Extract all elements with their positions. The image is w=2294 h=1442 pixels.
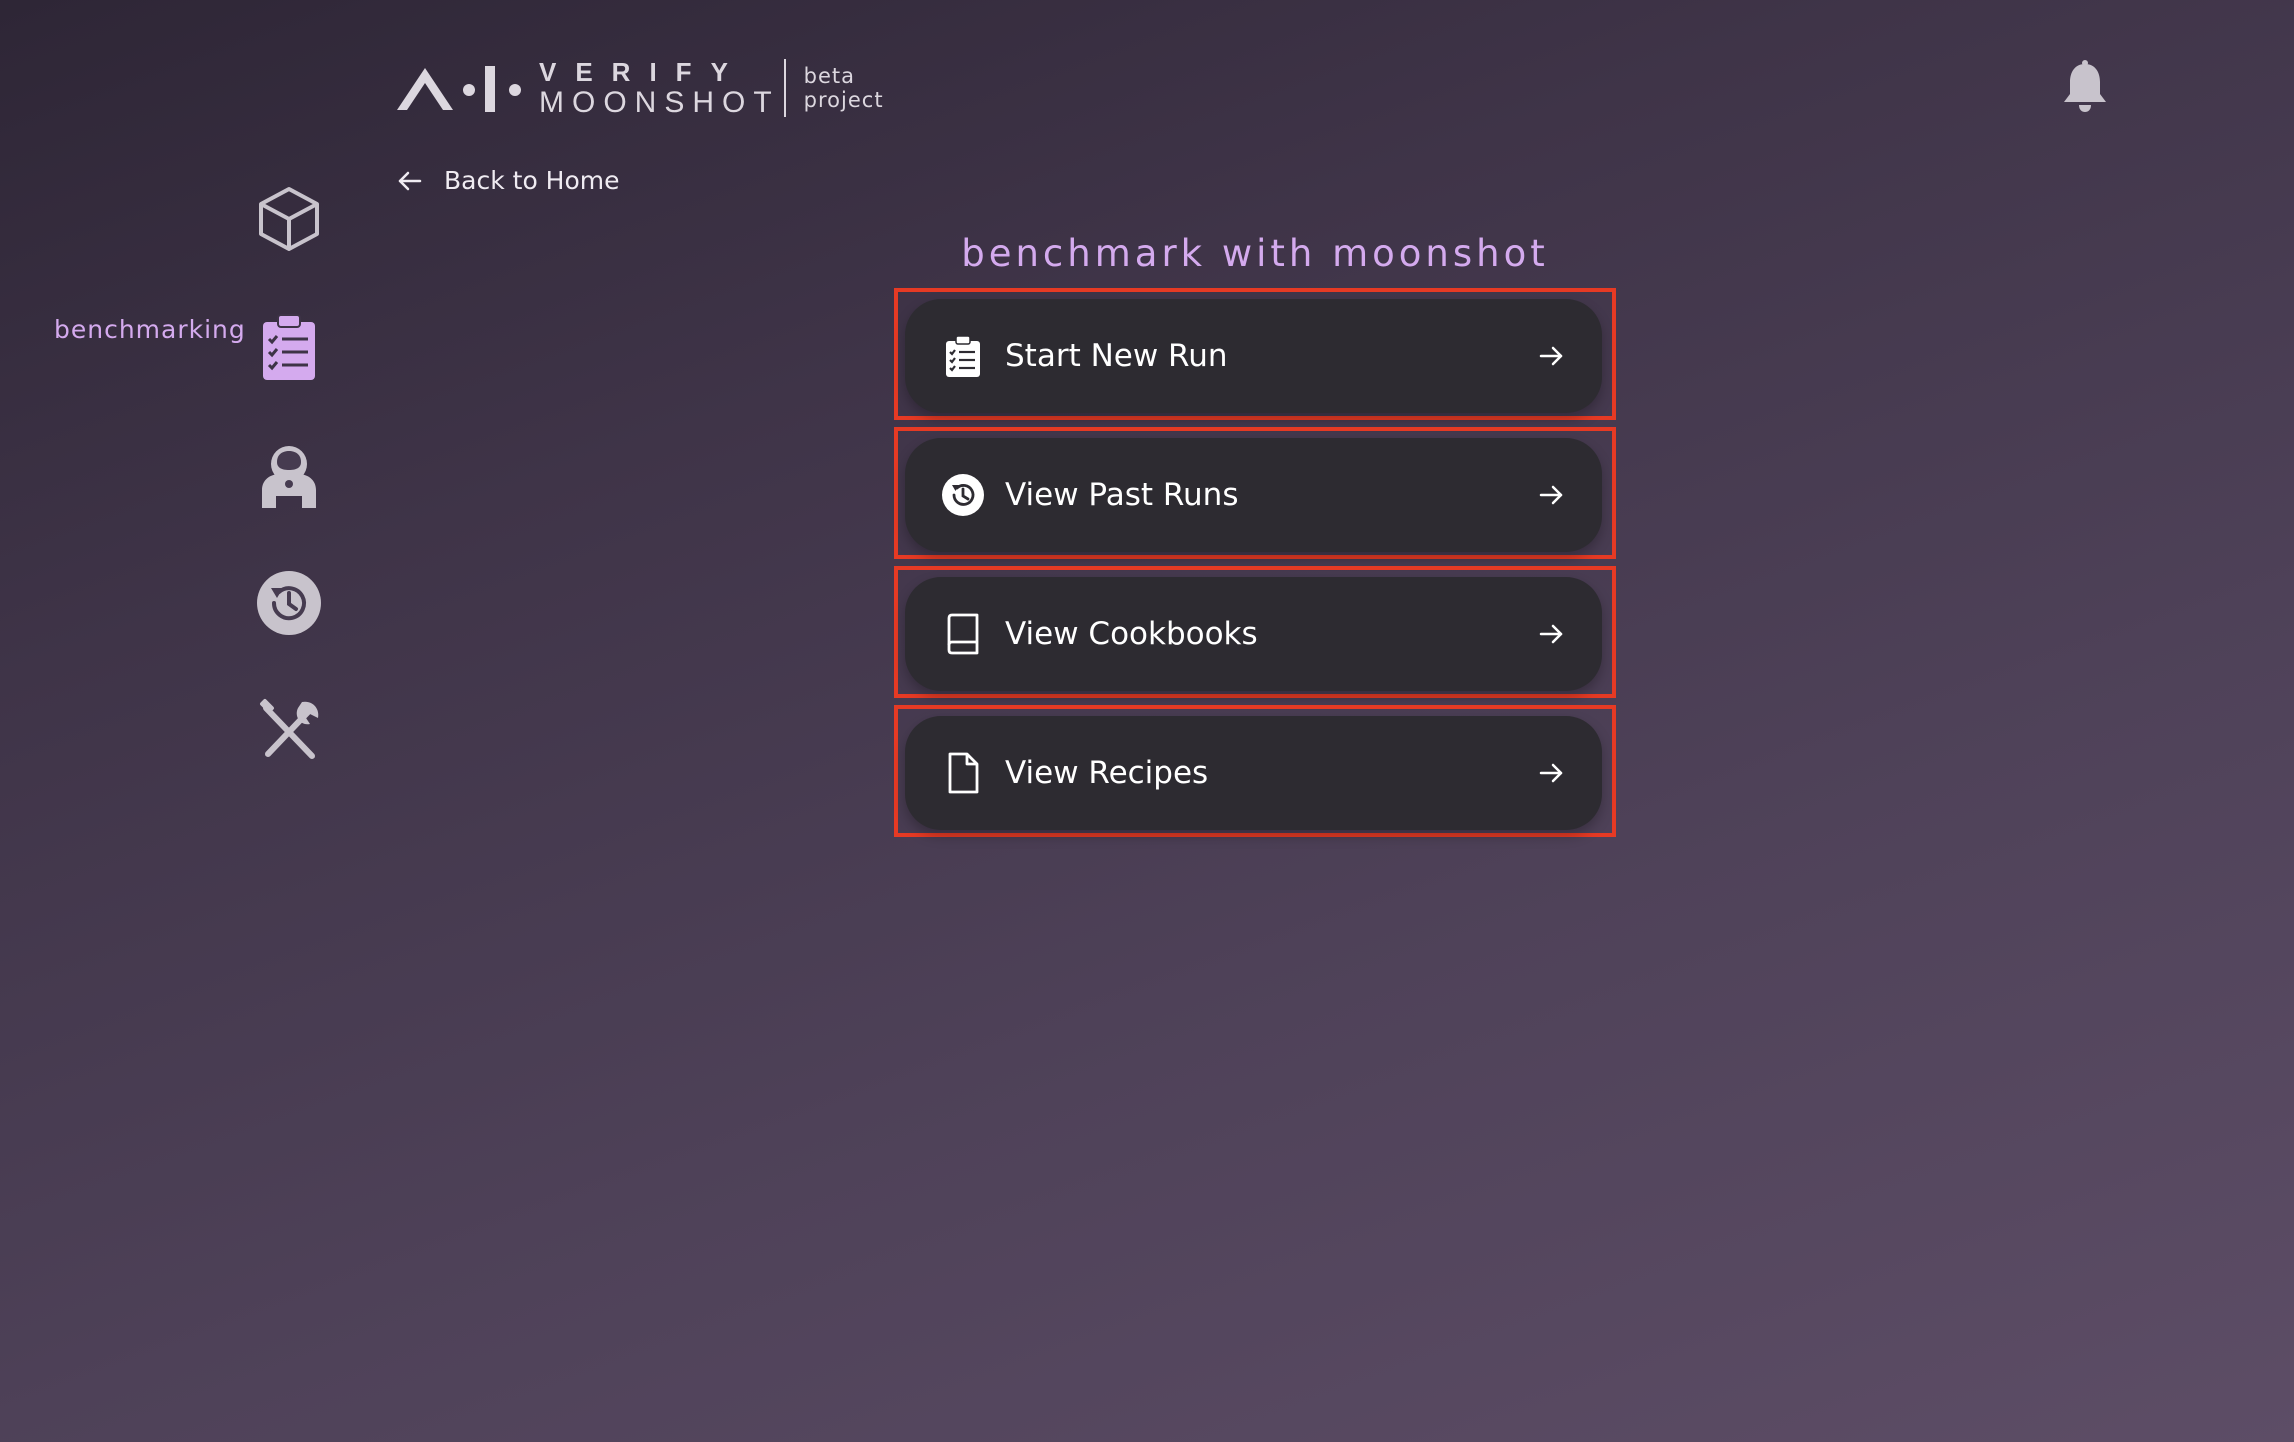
book-icon (947, 613, 979, 655)
view-cookbooks-label: View Cookbooks (1005, 616, 1258, 652)
back-to-home-link[interactable]: Back to Home (396, 166, 620, 195)
page-title: benchmark with moonshot (961, 232, 1549, 275)
arrow-right-icon (1539, 485, 1563, 505)
logo-mark-icon (397, 66, 521, 112)
logo-divider (783, 59, 786, 117)
clipboard-check-icon (946, 335, 980, 377)
menu-item-view-cookbooks: View Cookbooks (894, 566, 1616, 698)
bell-icon[interactable] (2060, 60, 2110, 114)
sidebar-active-label: benchmarking (54, 315, 246, 344)
cube-icon[interactable] (254, 184, 324, 254)
arrow-right-icon (1539, 763, 1563, 783)
history-icon[interactable] (254, 568, 324, 638)
arrow-right-icon (1539, 346, 1563, 366)
arrow-right-icon (1539, 624, 1563, 644)
astronaut-icon[interactable] (254, 440, 324, 510)
view-recipes-label: View Recipes (1005, 755, 1209, 791)
logo-moonshot-text: MOONSHOT (539, 86, 780, 119)
file-icon (948, 752, 979, 794)
back-to-home-label: Back to Home (444, 166, 620, 195)
logo-text: VERIFY MOONSHOT (539, 57, 780, 119)
arrow-left-icon (398, 171, 422, 190)
logo-verify-text: VERIFY (539, 57, 747, 87)
view-cookbooks-button[interactable]: View Cookbooks (905, 577, 1602, 691)
clipboard-list-icon[interactable] (254, 312, 324, 382)
start-new-run-label: Start New Run (1005, 338, 1228, 374)
benchmark-menu: Start New Run View Past Runs View Cookbo… (894, 288, 1616, 844)
history-icon (942, 474, 984, 516)
tools-icon[interactable] (254, 696, 324, 766)
menu-item-view-recipes: View Recipes (894, 705, 1616, 837)
menu-item-view-past-runs: View Past Runs (894, 427, 1616, 559)
logo-project-text: project (803, 88, 884, 112)
menu-item-start-new-run: Start New Run (894, 288, 1616, 420)
view-past-runs-label: View Past Runs (1005, 477, 1239, 513)
view-recipes-button[interactable]: View Recipes (905, 716, 1602, 830)
view-past-runs-button[interactable]: View Past Runs (905, 438, 1602, 552)
app-logo: VERIFY MOONSHOT beta project (395, 56, 884, 120)
logo-beta-tag: beta project (804, 64, 884, 112)
logo-beta-text: beta (803, 64, 856, 88)
start-new-run-button[interactable]: Start New Run (905, 299, 1602, 413)
